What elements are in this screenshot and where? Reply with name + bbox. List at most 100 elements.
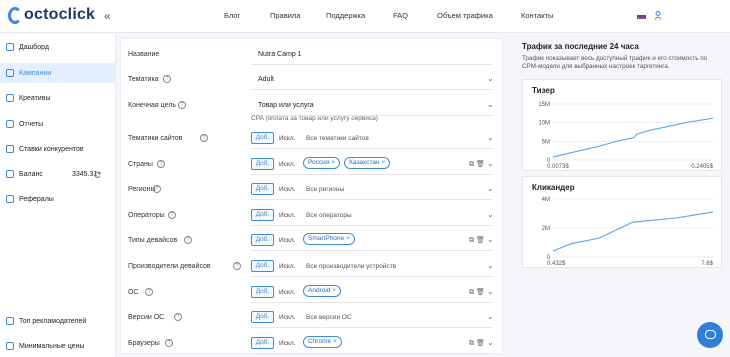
targeting-row: Типы девайсов? Доб. Искл. SmartPhone × ⧉ 🗑 ⌄ (121, 229, 504, 253)
chat-button[interactable] (697, 322, 723, 348)
chip-list: SmartPhone × (303, 233, 359, 246)
remove-chip-icon[interactable]: × (332, 287, 336, 294)
help-icon[interactable]: ? (184, 236, 192, 245)
sidebar-item-competitor-bids[interactable]: Ставки конкурентов (0, 139, 116, 159)
add-button[interactable]: Доб. (251, 132, 274, 144)
exclude-toggle[interactable]: Искл. (279, 340, 295, 347)
chevron-down-icon[interactable]: ⌄ (487, 100, 494, 109)
exclude-toggle[interactable]: Искл. (279, 237, 295, 244)
language-flag-icon[interactable] (637, 13, 646, 19)
exclude-toggle[interactable]: Искл. (279, 289, 295, 296)
goal-select[interactable]: Товар или услуга (258, 102, 314, 109)
divider (251, 327, 492, 329)
user-icon[interactable] (654, 11, 662, 20)
help-icon[interactable]: ? (168, 210, 176, 219)
sidebar-item-creatives[interactable]: Креативы (0, 88, 116, 108)
multiselect-placeholder[interactable]: Все производители устройств (306, 263, 396, 270)
copy-delete-icons[interactable]: ⧉ 🗑 (469, 288, 485, 297)
add-button[interactable]: Доб. (251, 157, 274, 170)
add-button[interactable]: Доб. (251, 336, 274, 349)
exclude-toggle[interactable]: Искл. (279, 161, 295, 168)
nav-link-blog[interactable]: Блог (224, 11, 240, 20)
chevron-down-icon[interactable]: ⌄ (487, 210, 494, 219)
remove-chip-icon[interactable]: × (333, 338, 337, 345)
collapse-sidebar-icon[interactable]: « (104, 9, 111, 23)
sidebar-item-balance[interactable]: Баланс 3345.31 (0, 164, 116, 184)
selected-chip[interactable]: Android × (303, 284, 342, 297)
price-tag-icon (6, 342, 14, 350)
multiselect-placeholder[interactable]: Все тематики сайтов (306, 135, 369, 142)
topic-select[interactable]: Adult (258, 76, 274, 83)
logo[interactable]: octoclick (8, 6, 95, 24)
help-icon[interactable]: ? (200, 134, 208, 142)
sidebar-item-reports[interactable]: Отчеты (0, 114, 116, 134)
field-label: Регионы (128, 186, 156, 194)
help-icon[interactable]: ? (163, 75, 171, 83)
add-button[interactable]: Доб. (251, 311, 274, 324)
add-button[interactable]: Доб. (251, 285, 274, 298)
help-icon[interactable]: ? (165, 338, 173, 347)
nav-link-faq[interactable]: FAQ (393, 11, 408, 20)
copy-delete-icons[interactable]: ⧉ 🗑 (469, 160, 485, 169)
exclude-toggle[interactable]: Искл. (279, 212, 295, 219)
sidebar-item-referrals[interactable]: Рефералы (0, 189, 116, 209)
name-input[interactable]: Nutra Camp 1 (258, 51, 302, 58)
multiselect-placeholder[interactable]: Все регионы (306, 186, 344, 193)
multiselect-placeholder[interactable]: Все операторы (306, 212, 352, 219)
report-icon (6, 120, 14, 128)
chevron-down-icon[interactable]: ⌄ (487, 261, 494, 270)
targeting-row: Версии ОС? Доб. Искл. Все версии ОС ⌄ (121, 306, 504, 330)
goal-hint: CPA (оплата за товар или услугу сервиса) (251, 115, 378, 122)
field-label: Операторы (128, 211, 165, 219)
series-line (552, 117, 714, 158)
exclude-toggle[interactable]: Искл. (279, 135, 295, 142)
field-label: Конечная цель (128, 102, 176, 109)
nav-link-contacts[interactable]: Контакты (521, 11, 553, 20)
help-icon[interactable]: ? (233, 262, 241, 270)
nav-link-rules[interactable]: Правила (270, 11, 300, 20)
chevron-down-icon[interactable]: ⌄ (487, 287, 494, 296)
x-tick-label: 7.6$ (701, 261, 713, 267)
add-button[interactable]: Доб. (251, 183, 274, 196)
referral-icon (6, 195, 14, 203)
remove-chip-icon[interactable]: × (382, 159, 386, 166)
chevron-down-icon[interactable]: ⌄ (487, 74, 494, 83)
sidebar-item-campaigns[interactable]: Кампании (0, 63, 116, 83)
chevron-down-icon[interactable]: ⌄ (487, 184, 494, 193)
help-icon[interactable]: ? (157, 159, 165, 168)
top-bar: octoclick « Блог Правила Поддержка FAQ О… (0, 0, 730, 33)
add-button[interactable]: Доб. (251, 234, 274, 247)
targeting-row: Браузеры? Доб. Искл. Chrome × ⧉ 🗑 ⌄ (121, 332, 504, 356)
exclude-toggle[interactable]: Искл. (279, 263, 295, 270)
chevron-down-icon[interactable]: ⌄ (487, 159, 494, 168)
help-icon[interactable]: ? (145, 287, 153, 296)
copy-delete-icons[interactable]: ⧉ 🗑 (469, 236, 485, 245)
add-button[interactable]: Доб. (251, 208, 274, 221)
sidebar-item-top-advertisers[interactable]: Топ рекламодателей (0, 311, 116, 331)
refresh-icon[interactable] (94, 171, 101, 178)
help-icon[interactable]: ? (174, 313, 182, 322)
remove-chip-icon[interactable]: × (346, 235, 350, 242)
chevron-down-icon[interactable]: ⌄ (487, 338, 494, 347)
chevron-down-icon[interactable]: ⌄ (487, 312, 494, 321)
exclude-toggle[interactable]: Искл. (279, 314, 295, 321)
selected-chip[interactable]: Казахстан × (344, 156, 391, 169)
help-icon[interactable]: ? (178, 101, 186, 109)
chevron-down-icon[interactable]: ⌄ (487, 235, 494, 244)
selected-chip[interactable]: SmartPhone × (303, 233, 355, 246)
help-icon[interactable]: ? (153, 185, 161, 194)
exclude-toggle[interactable]: Искл. (279, 186, 295, 193)
copy-delete-icons[interactable]: ⧉ 🗑 (469, 339, 485, 348)
nav-link-traffic-volume[interactable]: Объем трафика (437, 11, 493, 20)
selected-chip[interactable]: Россия × (303, 156, 341, 169)
dashboard-icon (6, 43, 14, 51)
chevron-down-icon[interactable]: ⌄ (487, 133, 494, 142)
multiselect-placeholder[interactable]: Все версии ОС (306, 314, 352, 321)
add-button[interactable]: Доб. (251, 260, 274, 272)
sidebar-item-min-prices[interactable]: Минимальные цены (0, 336, 116, 356)
sidebar-item-dashboard[interactable]: Дашборд (0, 37, 116, 57)
remove-chip-icon[interactable]: × (331, 159, 335, 166)
selected-chip[interactable]: Chrome × (303, 335, 342, 348)
sidebar-item-label: Креативы (19, 94, 51, 102)
nav-link-support[interactable]: Поддержка (326, 11, 365, 20)
